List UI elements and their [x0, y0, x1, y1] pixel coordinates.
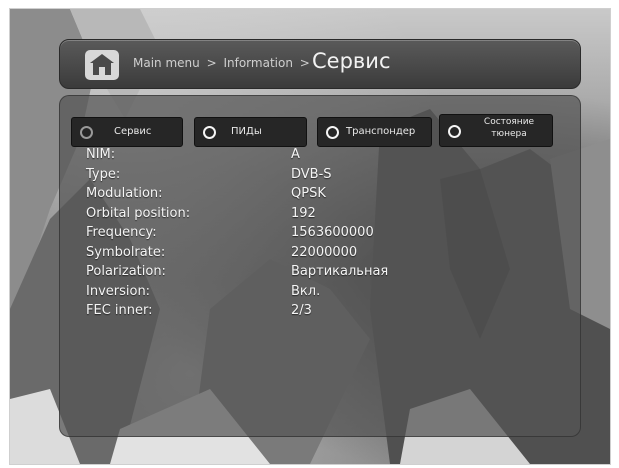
info-key: FEC inner: [86, 303, 153, 318]
info-key: NIM: [86, 147, 116, 162]
ring-indicator-icon [326, 126, 339, 139]
info-key: Polarization: [86, 264, 166, 279]
info-key: Symbolrate: [86, 244, 166, 260]
breadcrumb-separator: > [206, 56, 217, 70]
tab-pids[interactable]: ПИДы [194, 117, 307, 147]
tab-pids-label: ПИДы [231, 126, 262, 137]
menu-header: Main menu > Information > Сервис [59, 39, 581, 89]
info-key: Orbital position: [86, 205, 191, 221]
info-key: Modulation: [86, 186, 163, 201]
ring-indicator-icon [80, 126, 93, 139]
tab-tuner-status-line2: тюнера [491, 129, 527, 139]
tab-tuner-status-label: Состояние тюнера [470, 116, 548, 140]
info-value: DVB-S [291, 166, 332, 182]
breadcrumb-information[interactable]: Information [223, 56, 292, 70]
info-value: Вартикальная [291, 264, 389, 279]
tab-service-label: Сервис [114, 126, 152, 137]
tab-tuner-status-line1: Состояние [483, 117, 535, 127]
ring-indicator-icon [448, 125, 461, 138]
info-value: A [291, 147, 300, 162]
tab-transponder-label: Транспондер [346, 126, 416, 137]
breadcrumb-main-menu[interactable]: Main menu [133, 56, 200, 70]
info-value: 192 [291, 205, 316, 221]
info-value: 2/3 [291, 303, 312, 318]
tab-transponder[interactable]: Транспондер [317, 117, 432, 147]
info-key: Frequency: [86, 225, 157, 240]
info-key: Inversion: [86, 283, 151, 299]
info-value: 22000000 [291, 244, 358, 260]
breadcrumb: Main menu > Information > [133, 56, 313, 70]
info-value: 1563600000 [291, 225, 374, 240]
info-key: Type: [86, 166, 121, 182]
page-title: Сервис [312, 49, 391, 73]
info-value: QPSK [291, 186, 326, 201]
tv-screen: Main menu > Information > Сервис Сервис … [9, 8, 611, 465]
ring-indicator-icon [203, 126, 216, 139]
info-value: Вкл. [291, 283, 321, 299]
home-icon[interactable] [82, 48, 122, 82]
tab-service[interactable]: Сервис [71, 117, 183, 147]
breadcrumb-separator: > [299, 56, 310, 70]
tab-tuner-status[interactable]: Состояние тюнера [439, 114, 553, 147]
